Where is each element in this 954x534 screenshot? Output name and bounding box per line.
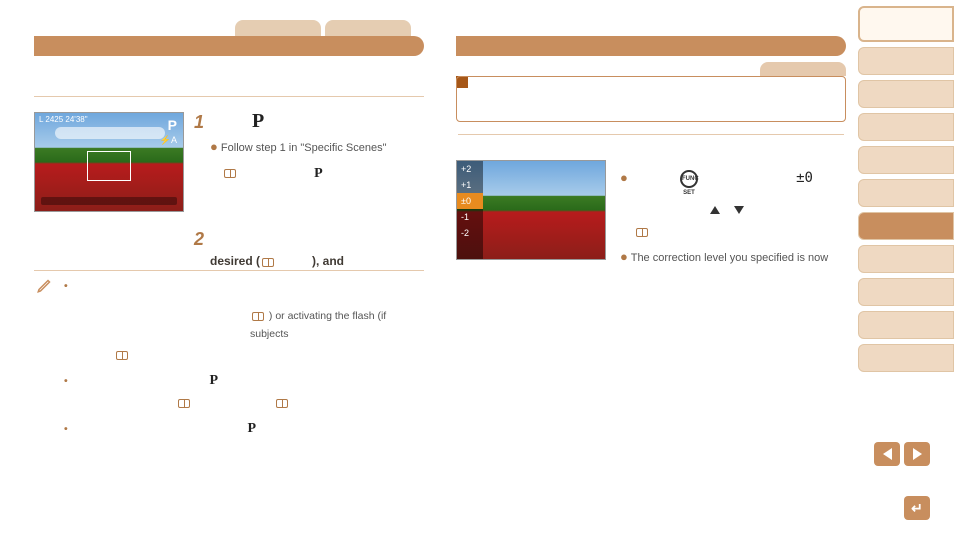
- scale-tick: +2: [457, 161, 483, 177]
- mode-p-badge: P: [168, 117, 177, 133]
- return-button[interactable]: ↵: [904, 496, 930, 520]
- note1-tail: ) or activating the flash (if subjects: [250, 310, 386, 340]
- camera-screen-preview: L 2425 24'38" P ⚡A: [34, 112, 184, 212]
- side-nav-item[interactable]: [858, 113, 954, 141]
- scale-tick: -1: [457, 209, 483, 225]
- sub-tab[interactable]: [760, 62, 846, 76]
- return-icon: ↵: [911, 500, 923, 517]
- focus-frame: [87, 151, 131, 181]
- section-header-left: [34, 36, 424, 56]
- func-set-icon: FUNC SET: [680, 170, 698, 188]
- step-number-2: 2: [194, 229, 204, 249]
- divider: [34, 96, 424, 97]
- side-nav-item[interactable]: [858, 344, 954, 372]
- step2-text-b: ), and: [312, 254, 344, 268]
- exposure-scale: +2 +1 ±0 -1 -2: [457, 161, 483, 259]
- side-nav-item[interactable]: [858, 311, 954, 339]
- step-number-1: 1: [194, 112, 204, 133]
- triangle-right-icon: [913, 448, 922, 460]
- mini-tab[interactable]: [325, 20, 411, 36]
- side-nav-item[interactable]: [858, 80, 954, 108]
- mini-tab-row: [235, 20, 411, 36]
- page-ref-icon[interactable]: [116, 351, 128, 360]
- arrow-up-icon: [710, 206, 720, 214]
- divider: [34, 270, 424, 271]
- next-page-button[interactable]: [904, 442, 930, 466]
- side-nav-item[interactable]: [858, 278, 954, 306]
- right-instructions: ● FUNC SET ±0 ● The correction level you…: [620, 166, 844, 269]
- camera-screen-exposure: +2 +1 ±0 -1 -2: [456, 160, 606, 260]
- side-nav-item[interactable]: [858, 6, 954, 42]
- mode-p-glyph: P: [252, 110, 264, 132]
- bullet-icon: ●: [210, 139, 218, 154]
- page-ref-icon[interactable]: [262, 258, 274, 267]
- callout-box: [456, 76, 846, 122]
- triangle-left-icon: [883, 448, 892, 460]
- bullet-icon: ●: [620, 170, 628, 185]
- exposure-value: ±0: [796, 170, 813, 186]
- page-ref-icon[interactable]: [252, 312, 264, 321]
- note-bullet-icon: •: [64, 280, 68, 292]
- prev-page-button[interactable]: [874, 442, 900, 466]
- screen-status-text: L 2425 24'38": [39, 115, 88, 124]
- divider: [458, 134, 844, 135]
- side-nav: [858, 6, 954, 377]
- note-bullet-icon: •: [64, 423, 68, 435]
- side-nav-item-active[interactable]: [858, 212, 954, 240]
- step-list: 1 P ● Follow step 1 in "Specific Scenes"…: [194, 112, 422, 268]
- pager: [874, 442, 930, 466]
- arrow-down-icon: [734, 206, 744, 214]
- section-header-right: [456, 36, 846, 56]
- notes-block: • ) or activating the flash (if subjects…: [64, 278, 424, 441]
- bullet-icon: ●: [620, 249, 628, 264]
- page-ref-icon[interactable]: [276, 399, 288, 408]
- scale-tick: +1: [457, 177, 483, 193]
- inline-p-glyph: P: [248, 421, 257, 436]
- pencil-icon: [36, 276, 54, 297]
- step1-text: Follow step 1 in "Specific Scenes": [221, 142, 387, 154]
- scale-tick-active: ±0: [457, 193, 483, 209]
- side-nav-item[interactable]: [858, 245, 954, 273]
- side-nav-item[interactable]: [858, 146, 954, 174]
- left-column: [34, 66, 424, 107]
- note-bullet-icon: •: [64, 375, 68, 387]
- inline-p-glyph: P: [314, 166, 323, 181]
- page-ref-icon[interactable]: [636, 228, 648, 237]
- page-ref-icon[interactable]: [224, 169, 236, 178]
- mini-tab[interactable]: [235, 20, 321, 36]
- side-nav-item[interactable]: [858, 179, 954, 207]
- step2-text-a: desired (: [210, 254, 260, 268]
- page-ref-icon[interactable]: [178, 399, 190, 408]
- scale-tick: -2: [457, 225, 483, 241]
- right-line3: The correction level you specified is no…: [631, 252, 828, 264]
- inline-p-glyph: P: [210, 373, 219, 388]
- side-nav-item[interactable]: [858, 47, 954, 75]
